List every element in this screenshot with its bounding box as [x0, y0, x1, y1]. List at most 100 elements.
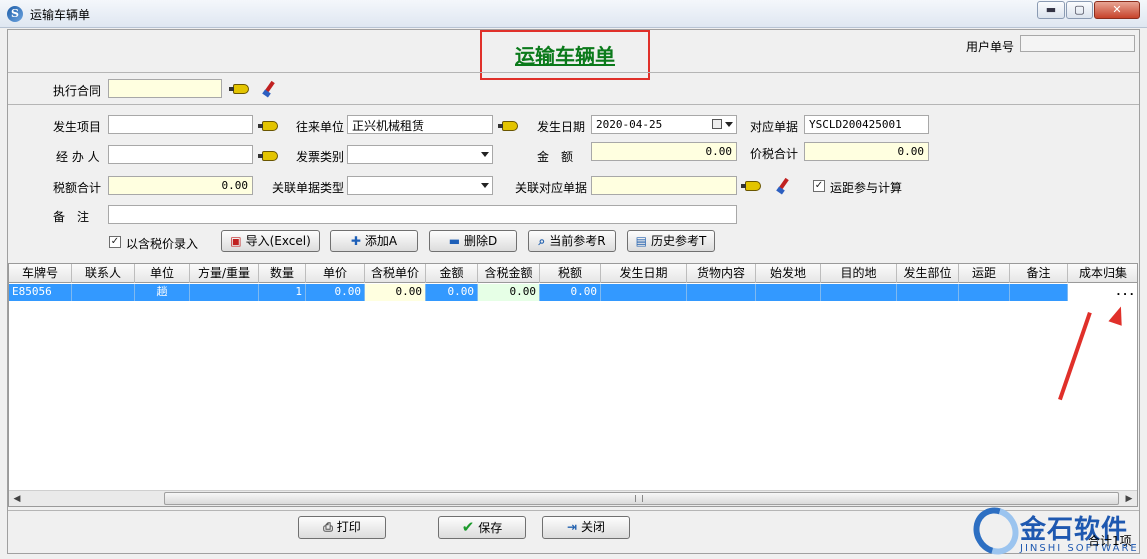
checkmark-icon: ✔	[461, 518, 475, 536]
pointer-hand-icon[interactable]	[258, 151, 278, 161]
col-cost[interactable]: 成本归集	[1068, 264, 1137, 283]
import-icon: ▣	[230, 234, 242, 248]
col-origin[interactable]: 始发地	[756, 264, 821, 283]
chevron-down-icon[interactable]	[481, 183, 489, 188]
col-tax-price[interactable]: 含税单价	[365, 264, 426, 283]
scroll-left-icon[interactable]: ◀	[11, 493, 23, 505]
handler-input[interactable]	[108, 145, 253, 164]
save-button[interactable]: ✔ 保存	[438, 516, 526, 539]
cell-amount[interactable]: 0.00	[426, 284, 478, 301]
printer-icon: ⎙	[323, 520, 333, 534]
close-window-button[interactable]: ✕	[1094, 1, 1140, 19]
rel-doc-input[interactable]	[591, 176, 737, 195]
close-button[interactable]: ⇥ 关闭	[542, 516, 630, 539]
cell-tax-amount[interactable]: 0.00	[478, 284, 540, 301]
col-plate[interactable]: 车牌号	[9, 264, 72, 283]
horizontal-scrollbar[interactable]: ◀ ▶	[9, 490, 1137, 506]
invoice-select[interactable]	[347, 145, 493, 164]
col-volume[interactable]: 方量/重量	[190, 264, 259, 283]
amount-input[interactable]: 0.00	[591, 142, 737, 161]
col-unit[interactable]: 单位	[135, 264, 190, 283]
rel-doc-label: 关联对应单据	[515, 181, 588, 195]
col-tax[interactable]: 税额	[540, 264, 601, 283]
brand-watermark: 金石软件 JINSHI SOFTWARE	[964, 499, 1144, 559]
item-input[interactable]	[108, 115, 253, 134]
partner-label: 往来单位	[296, 120, 345, 134]
scroll-right-icon[interactable]: ▶	[1123, 493, 1135, 505]
cell-unit[interactable]: 趟	[135, 284, 190, 301]
current-ref-label: 当前参考R	[549, 234, 606, 248]
pointer-hand-icon[interactable]	[741, 181, 761, 191]
rel-type-label: 关联单据类型	[272, 181, 345, 195]
col-part[interactable]: 发生部位	[897, 264, 959, 283]
detail-grid: 车牌号 联系人 单位 方量/重量 数量 单价 含税单价 金额 含税金额 税额 发…	[8, 263, 1138, 507]
date-picker[interactable]: 2020-04-25	[591, 115, 737, 134]
col-distance[interactable]: 运距	[959, 264, 1010, 283]
delete-button[interactable]: ▬ 删除D	[429, 230, 517, 252]
col-qty[interactable]: 数量	[259, 264, 306, 283]
clear-brush-icon[interactable]	[262, 81, 278, 97]
cost-ellipsis-button[interactable]: ...	[1068, 284, 1137, 301]
col-dest[interactable]: 目的地	[821, 264, 897, 283]
total-count: 合计1项	[1088, 534, 1132, 548]
tax-entry-checkbox[interactable]: ✓	[109, 236, 121, 248]
clear-brush-icon[interactable]	[776, 178, 792, 194]
ref-label: 对应单据	[750, 120, 799, 134]
cell-part[interactable]	[897, 284, 959, 301]
cell-plate[interactable]: E85056	[9, 284, 72, 301]
cell-origin[interactable]	[756, 284, 821, 301]
tax-label: 税额合计	[53, 181, 102, 195]
col-remark[interactable]: 备注	[1010, 264, 1068, 283]
col-date[interactable]: 发生日期	[601, 264, 687, 283]
maximize-button[interactable]: ▢	[1066, 1, 1093, 19]
cell-tax-price[interactable]: 0.00	[365, 284, 426, 301]
brand-s-icon	[964, 499, 1028, 559]
pointer-hand-icon[interactable]	[498, 121, 518, 131]
exit-door-icon: ⇥	[566, 520, 578, 534]
user-no-input[interactable]	[1020, 35, 1135, 52]
tax-input[interactable]: 0.00	[108, 176, 253, 195]
pointer-hand-icon[interactable]	[258, 121, 278, 131]
col-tax-amount[interactable]: 含税金额	[478, 264, 540, 283]
print-label: 打印	[336, 520, 361, 534]
cell-volume[interactable]	[190, 284, 259, 301]
ref-input[interactable]: YSCLD200425001	[804, 115, 929, 134]
current-ref-button[interactable]: ⌕ 当前参考R	[528, 230, 616, 252]
cell-contact[interactable]	[72, 284, 135, 301]
col-goods[interactable]: 货物内容	[687, 264, 756, 283]
history-ref-label: 历史参考T	[651, 234, 707, 248]
add-button[interactable]: ✚ 添加A	[330, 230, 418, 252]
partner-input[interactable]: 正兴机械租赁	[347, 115, 493, 134]
cell-date[interactable]	[601, 284, 687, 301]
app-logo-icon: S	[7, 6, 23, 22]
minimize-button[interactable]: ▬	[1037, 1, 1065, 19]
cell-remark[interactable]	[1010, 284, 1068, 301]
history-ref-button[interactable]: ▤ 历史参考T	[627, 230, 715, 252]
chevron-down-icon[interactable]	[481, 152, 489, 157]
window-title: 运输车辆单	[30, 8, 91, 22]
rel-type-select[interactable]	[347, 176, 493, 195]
contract-input[interactable]	[108, 79, 222, 98]
chevron-down-icon[interactable]	[725, 122, 733, 127]
cell-tax[interactable]: 0.00	[540, 284, 601, 301]
col-amount[interactable]: 金额	[426, 264, 478, 283]
remark-input[interactable]	[108, 205, 737, 224]
table-row[interactable]: E85056 趟 1 0.00 0.00 0.00 0.00 0.00 ...	[9, 284, 1137, 301]
cell-price[interactable]: 0.00	[306, 284, 365, 301]
distance-checkbox[interactable]: ✓	[813, 180, 825, 192]
cell-distance[interactable]	[959, 284, 1010, 301]
cell-dest[interactable]	[821, 284, 897, 301]
cell-qty[interactable]: 1	[259, 284, 306, 301]
user-no-label: 用户单号	[966, 40, 1015, 54]
scrollbar-thumb[interactable]	[164, 492, 1119, 505]
col-contact[interactable]: 联系人	[72, 264, 135, 283]
save-label: 保存	[478, 521, 503, 535]
print-button[interactable]: ⎙ 打印	[298, 516, 386, 539]
pointer-hand-icon[interactable]	[229, 84, 249, 94]
cell-goods[interactable]	[687, 284, 756, 301]
import-excel-button[interactable]: ▣ 导入(Excel)	[221, 230, 320, 252]
total-tax-input[interactable]: 0.00	[804, 142, 929, 161]
item-label: 发生项目	[53, 120, 102, 134]
col-price[interactable]: 单价	[306, 264, 365, 283]
calendar-icon[interactable]	[712, 119, 722, 129]
